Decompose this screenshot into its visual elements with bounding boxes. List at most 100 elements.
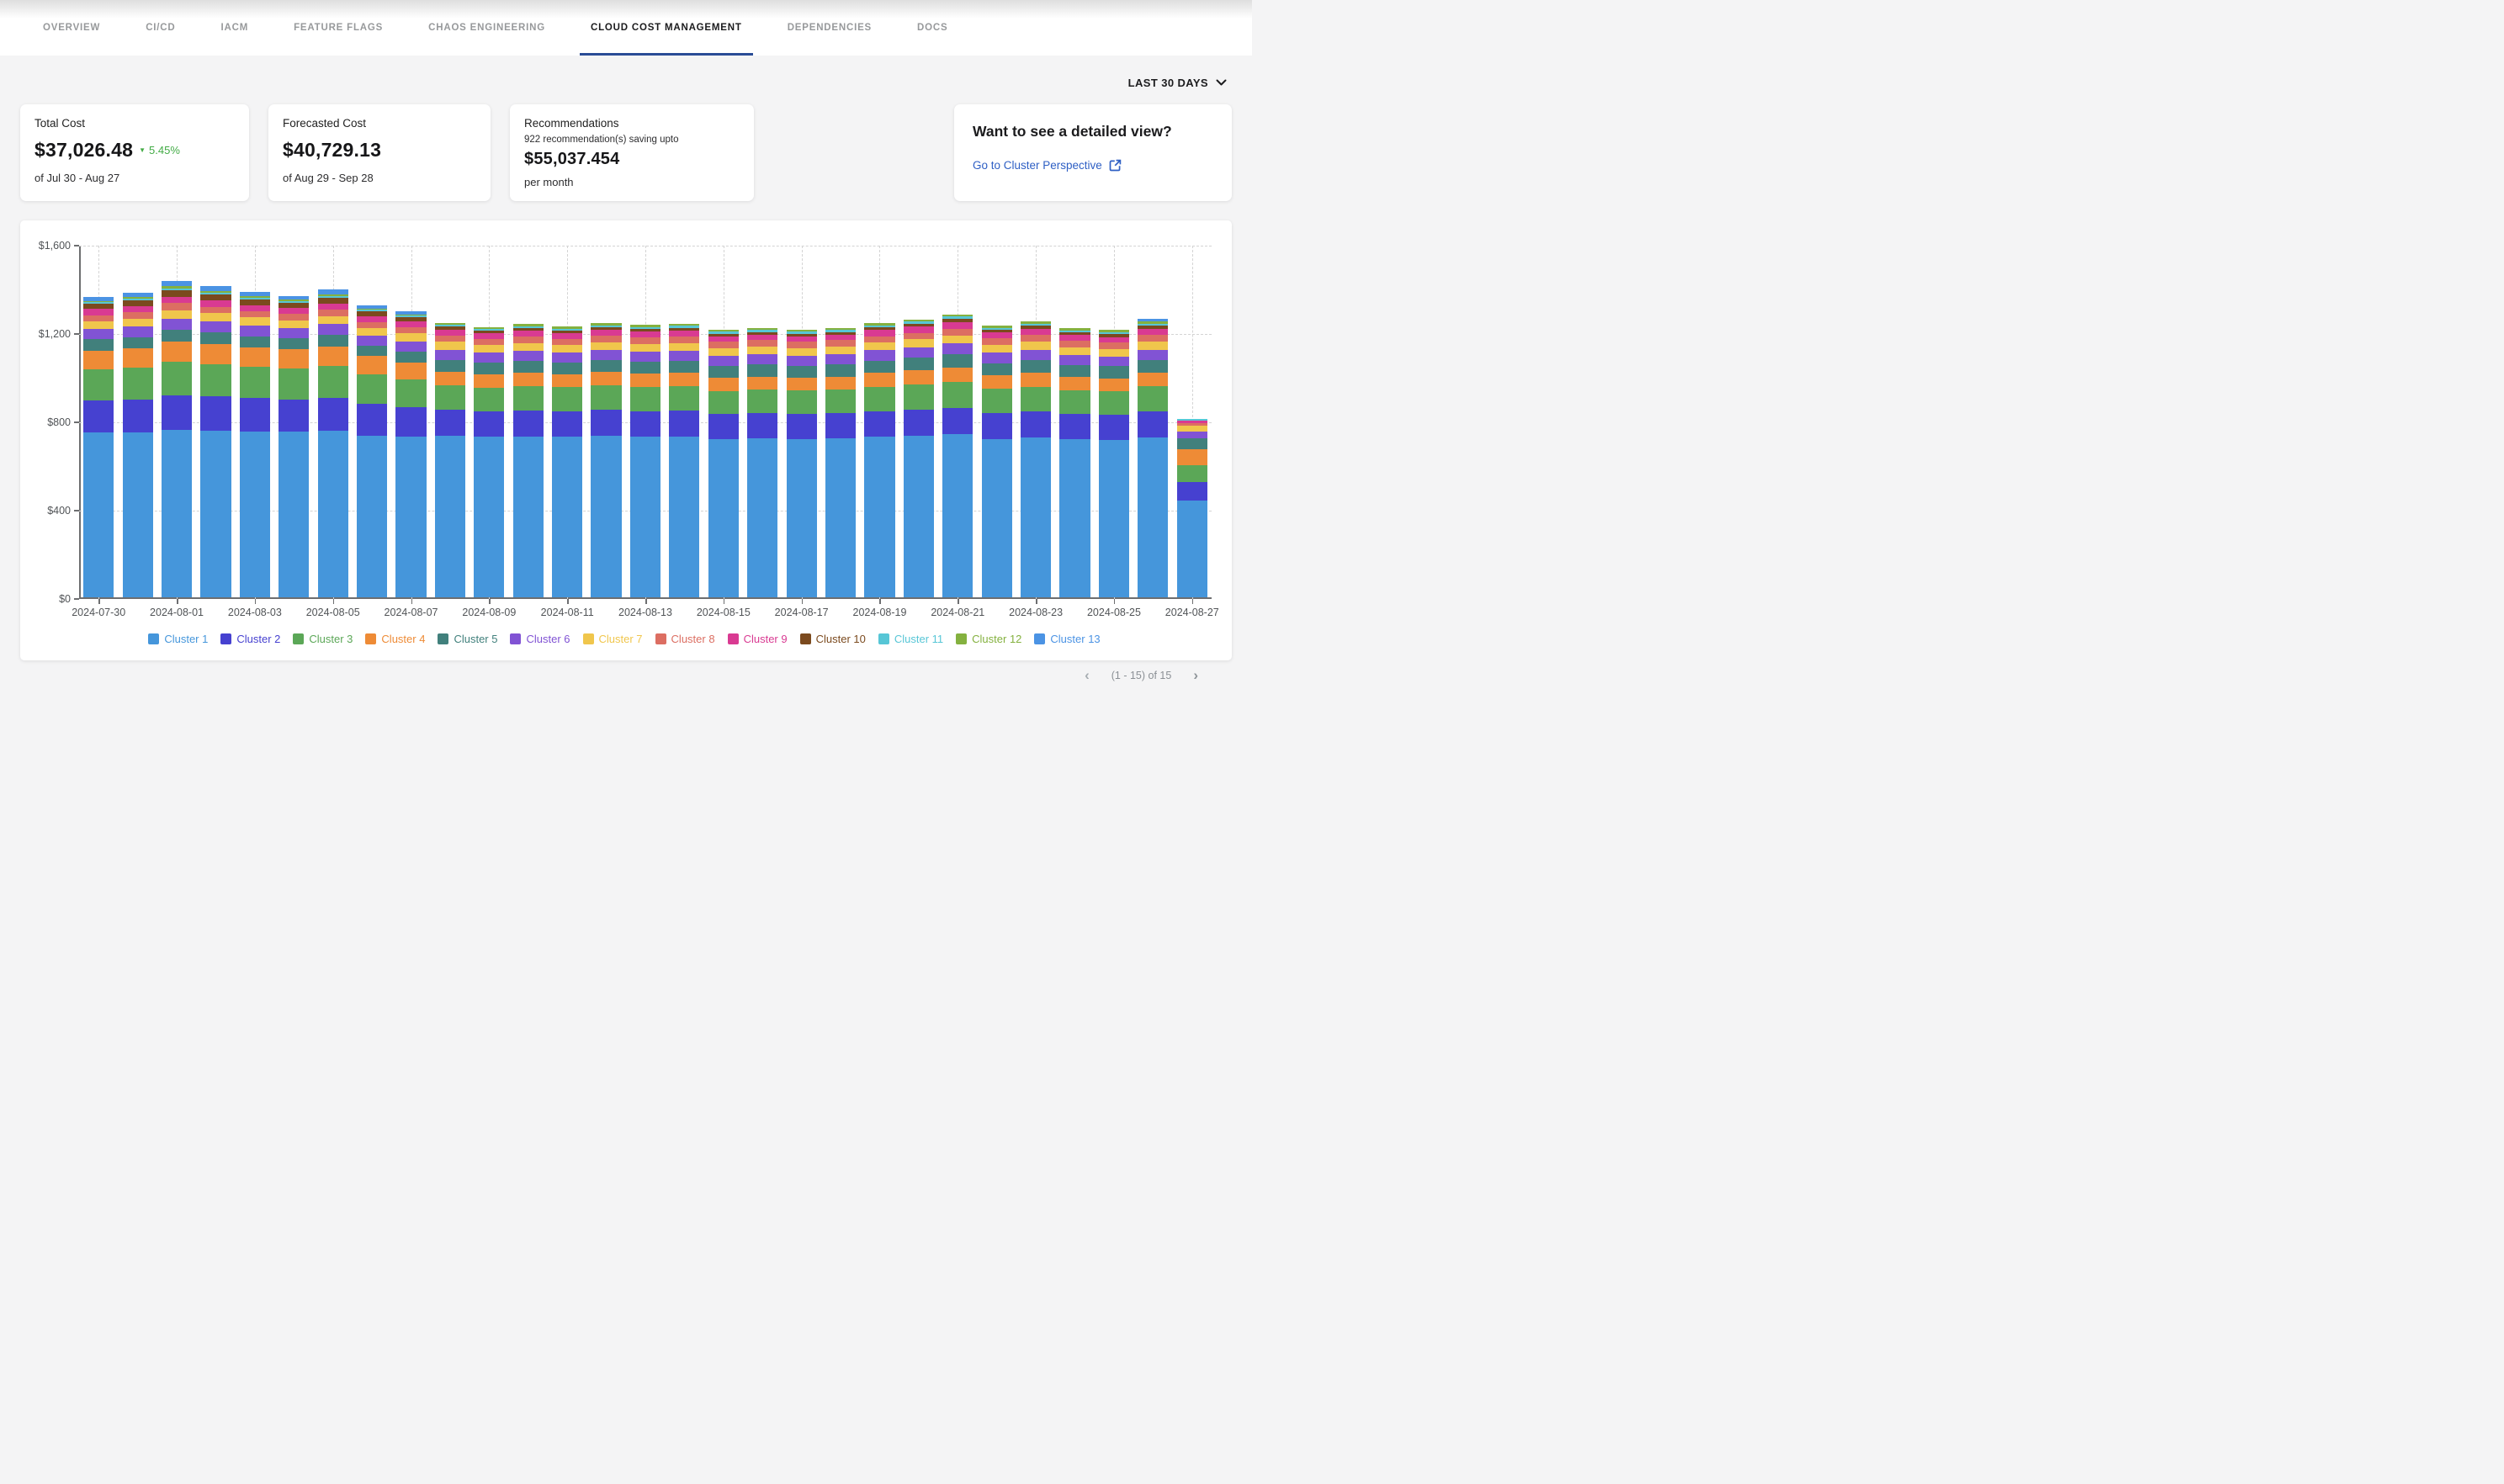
- bar-2024-08-27[interactable]: [1177, 419, 1207, 597]
- bar-segment-cluster-7: [591, 342, 621, 350]
- date-range-picker[interactable]: LAST 30 DAYS: [1128, 77, 1227, 89]
- legend-item-cluster-1[interactable]: Cluster 1: [148, 633, 208, 645]
- bar-segment-cluster-1: [435, 436, 465, 597]
- bar-2024-08-26[interactable]: [1138, 319, 1168, 597]
- legend-item-cluster-13[interactable]: Cluster 13: [1034, 633, 1100, 645]
- legend-item-cluster-4[interactable]: Cluster 4: [365, 633, 425, 645]
- bar-segment-cluster-1: [1059, 439, 1090, 597]
- bar-2024-08-20[interactable]: [904, 320, 934, 597]
- bar-2024-08-14[interactable]: [669, 324, 699, 597]
- bar-segment-cluster-1: [1021, 437, 1051, 597]
- bar-2024-08-05[interactable]: [318, 289, 348, 597]
- bar-2024-08-11[interactable]: [552, 326, 582, 597]
- bar-segment-cluster-9: [318, 304, 348, 310]
- bar-segment-cluster-9: [747, 335, 777, 341]
- x-axis-label: 2024-08-05: [306, 607, 360, 618]
- tab-chaos-engineering[interactable]: CHAOS ENGINEERING: [417, 0, 556, 56]
- y-tick-mark: [74, 510, 79, 511]
- bar-2024-08-19[interactable]: [864, 323, 894, 597]
- x-axis-label: 2024-08-09: [462, 607, 516, 618]
- bar-2024-08-23[interactable]: [1021, 321, 1051, 597]
- tab-ci-cd[interactable]: CI/CD: [135, 0, 186, 56]
- bar-segment-cluster-5: [200, 332, 231, 344]
- x-tick-mark: [958, 599, 959, 604]
- bar-segment-cluster-10: [200, 294, 231, 300]
- x-axis-label: 2024-08-17: [775, 607, 829, 618]
- tab-docs[interactable]: DOCS: [906, 0, 958, 56]
- legend-item-cluster-11[interactable]: Cluster 11: [878, 633, 943, 645]
- total-cost-period: of Jul 30 - Aug 27: [34, 172, 235, 184]
- bar-2024-08-24[interactable]: [1059, 328, 1090, 597]
- bar-2024-08-01[interactable]: [162, 281, 192, 597]
- triangle-down-icon: ▼: [139, 147, 146, 154]
- x-tick-mark: [1114, 599, 1116, 604]
- bar-segment-cluster-7: [200, 313, 231, 321]
- y-axis-label: $1,600: [39, 240, 71, 252]
- cluster-perspective-link-label: Go to Cluster Perspective: [973, 159, 1102, 172]
- cluster-perspective-link[interactable]: Go to Cluster Perspective: [973, 159, 1213, 172]
- bar-segment-cluster-1: [474, 437, 504, 597]
- bar-2024-08-10[interactable]: [513, 324, 544, 597]
- bar-2024-08-07[interactable]: [395, 311, 426, 597]
- bar-2024-08-12[interactable]: [591, 323, 621, 597]
- legend-item-cluster-2[interactable]: Cluster 2: [220, 633, 280, 645]
- x-tick-mark: [489, 599, 491, 604]
- bar-segment-cluster-7: [435, 342, 465, 349]
- bar-segment-cluster-7: [1138, 342, 1168, 349]
- bar-segment-cluster-5: [630, 362, 660, 374]
- bar-2024-08-22[interactable]: [982, 326, 1012, 597]
- legend-item-cluster-3[interactable]: Cluster 3: [293, 633, 353, 645]
- bar-2024-08-25[interactable]: [1099, 330, 1129, 597]
- legend-item-cluster-10[interactable]: Cluster 10: [800, 633, 866, 645]
- x-axis-label: 2024-08-03: [228, 607, 282, 618]
- tab-feature-flags[interactable]: FEATURE FLAGS: [283, 0, 394, 56]
- bar-segment-cluster-7: [513, 343, 544, 351]
- bar-2024-08-06[interactable]: [357, 305, 387, 597]
- bar-segment-cluster-4: [240, 347, 270, 367]
- bar-segment-cluster-1: [83, 432, 114, 597]
- tab-dependencies[interactable]: DEPENDENCIES: [777, 0, 883, 56]
- legend-item-cluster-5[interactable]: Cluster 5: [438, 633, 497, 645]
- bar-2024-08-15[interactable]: [708, 330, 739, 597]
- bar-2024-08-21[interactable]: [942, 315, 973, 597]
- recommendations-suffix: per month: [524, 176, 740, 188]
- bar-2024-08-18[interactable]: [825, 328, 856, 597]
- bar-2024-07-30[interactable]: [83, 297, 114, 597]
- bar-segment-cluster-4: [279, 349, 309, 368]
- bar-2024-08-16[interactable]: [747, 328, 777, 597]
- x-tick-mark: [1192, 599, 1194, 604]
- legend-item-cluster-7[interactable]: Cluster 7: [583, 633, 643, 645]
- bar-segment-cluster-6: [669, 351, 699, 361]
- bar-2024-08-17[interactable]: [787, 330, 817, 597]
- legend-label: Cluster 6: [526, 633, 570, 645]
- bar-2024-07-31[interactable]: [123, 293, 153, 597]
- legend-item-cluster-8[interactable]: Cluster 8: [655, 633, 715, 645]
- legend-label: Cluster 3: [309, 633, 353, 645]
- bar-segment-cluster-2: [1021, 411, 1051, 437]
- bar-segment-cluster-6: [1059, 355, 1090, 365]
- bar-2024-08-13[interactable]: [630, 325, 660, 597]
- bar-segment-cluster-5: [318, 335, 348, 347]
- bar-segment-cluster-2: [513, 411, 544, 437]
- next-page-button[interactable]: ›: [1193, 668, 1198, 682]
- prev-page-button[interactable]: ‹: [1085, 668, 1090, 682]
- legend-label: Cluster 13: [1050, 633, 1100, 645]
- bar-2024-08-04[interactable]: [279, 296, 309, 597]
- bar-segment-cluster-7: [825, 347, 856, 354]
- bar-segment-cluster-6: [1177, 432, 1207, 438]
- legend-label: Cluster 1: [164, 633, 208, 645]
- bar-segment-cluster-3: [279, 368, 309, 400]
- legend-item-cluster-6[interactable]: Cluster 6: [510, 633, 570, 645]
- bar-segment-cluster-8: [982, 338, 1012, 345]
- bar-2024-08-09[interactable]: [474, 327, 504, 597]
- legend-item-cluster-9[interactable]: Cluster 9: [728, 633, 788, 645]
- bar-2024-08-02[interactable]: [200, 286, 231, 597]
- tab-iacm[interactable]: IACM: [210, 0, 260, 56]
- bar-segment-cluster-5: [357, 346, 387, 357]
- bar-2024-08-08[interactable]: [435, 323, 465, 597]
- tab-cloud-cost-management[interactable]: CLOUD COST MANAGEMENT: [580, 0, 753, 56]
- x-tick-mark: [879, 599, 881, 604]
- legend-item-cluster-12[interactable]: Cluster 12: [956, 633, 1021, 645]
- tab-overview[interactable]: OVERVIEW: [32, 0, 111, 56]
- bar-2024-08-03[interactable]: [240, 292, 270, 597]
